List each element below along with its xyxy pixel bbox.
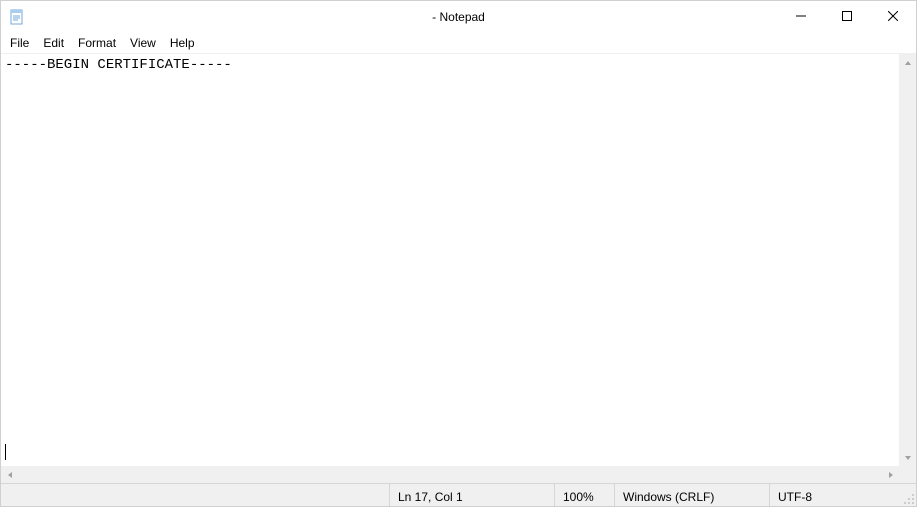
menu-format[interactable]: Format (71, 35, 123, 51)
menu-view[interactable]: View (123, 35, 163, 51)
status-blank (1, 484, 389, 506)
scroll-down-arrow-icon[interactable] (899, 449, 916, 466)
status-position: Ln 17, Col 1 (389, 484, 554, 506)
scroll-up-arrow-icon[interactable] (899, 54, 916, 71)
minimize-button[interactable] (778, 1, 824, 33)
horizontal-scroll-track[interactable] (18, 466, 882, 483)
close-icon (888, 11, 898, 24)
maximize-icon (842, 11, 852, 24)
scroll-right-arrow-icon[interactable] (882, 466, 899, 483)
resize-grip-icon[interactable] (899, 484, 916, 506)
menu-help[interactable]: Help (163, 35, 202, 51)
vertical-scroll-track[interactable] (899, 71, 916, 449)
statusbar: Ln 17, Col 1 100% Windows (CRLF) UTF-8 (1, 483, 916, 506)
horizontal-scrollbar[interactable] (1, 466, 899, 483)
maximize-button[interactable] (824, 1, 870, 33)
window-title: - Notepad (432, 10, 485, 24)
status-encoding: UTF-8 (769, 484, 899, 506)
scroll-corner (899, 466, 916, 483)
vertical-scrollbar[interactable] (899, 54, 916, 466)
editor-area: -----BEGIN CERTIFICATE----- (1, 53, 916, 483)
text-caret (5, 444, 6, 460)
minimize-icon (796, 11, 806, 24)
window-controls (778, 1, 916, 33)
text-editor[interactable]: -----BEGIN CERTIFICATE----- (1, 54, 899, 466)
status-zoom: 100% (554, 484, 614, 506)
menu-file[interactable]: File (3, 35, 36, 51)
close-button[interactable] (870, 1, 916, 33)
menu-edit[interactable]: Edit (36, 35, 71, 51)
editor-content: -----BEGIN CERTIFICATE----- (5, 57, 232, 73)
notepad-icon (9, 9, 25, 25)
titlebar[interactable]: - Notepad (1, 1, 916, 33)
menubar: File Edit Format View Help (1, 33, 916, 53)
scroll-left-arrow-icon[interactable] (1, 466, 18, 483)
status-line-ending: Windows (CRLF) (614, 484, 769, 506)
